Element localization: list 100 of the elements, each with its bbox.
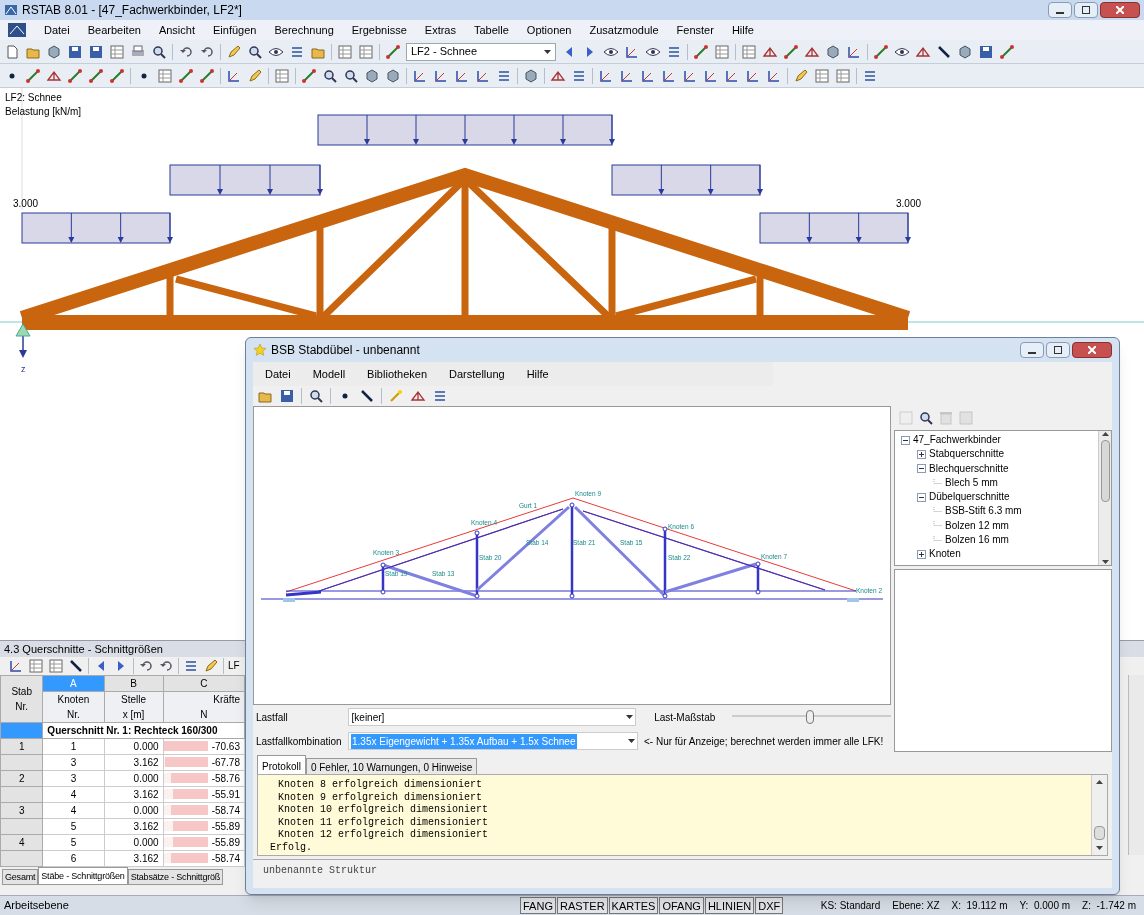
magnifier-icon[interactable] [247,43,263,60]
close-button[interactable] [1100,2,1140,18]
menu-item[interactable]: Extras [424,21,456,39]
cube-icon[interactable] [385,67,401,84]
member-icon[interactable] [783,43,799,60]
collapse-toggle-icon[interactable] [917,464,926,474]
close-icon[interactable] [1088,346,1096,354]
tree-item[interactable]: Blech 5 mm [945,475,998,491]
scroll-up-icon[interactable] [1101,431,1109,436]
member-icon[interactable] [67,67,83,84]
column-letter[interactable]: C [163,675,245,692]
tree-item[interactable]: Bolzen 16 mm [945,533,1009,548]
pencil-icon[interactable] [247,67,263,84]
cube-icon[interactable] [957,43,973,60]
table-icon[interactable] [337,43,353,60]
table-icon[interactable] [741,43,757,60]
line-icon[interactable] [359,388,375,404]
status-toggle[interactable]: FANG [520,897,556,914]
menu-item[interactable]: Fenster [676,21,714,39]
maximize-icon[interactable] [1082,6,1090,14]
pencil-icon[interactable] [226,43,242,60]
member-icon[interactable] [693,43,709,60]
scrollbar[interactable] [1128,674,1144,855]
close-icon[interactable] [1116,6,1124,14]
slider-thumb[interactable] [805,710,814,724]
load-case-dropdown[interactable]: LF2 - Schnee [406,42,556,61]
menu-item[interactable]: Berechnung [274,21,334,39]
tree-item[interactable]: Stabquerschnitte [929,447,1005,462]
status-toggle[interactable]: RASTER [556,897,608,914]
tree-item[interactable]: Blechquerschnitte [929,461,1009,476]
table-icon[interactable] [109,43,125,60]
status-toggle[interactable]: HLINIEN [704,897,755,914]
column-letter[interactable]: B [104,675,164,692]
menu-item[interactable]: Ergebnisse [351,21,407,39]
minimize-button[interactable] [1048,2,1072,18]
table-icon[interactable] [714,43,730,60]
tree-item[interactable]: Dübelquerschnitte [929,490,1010,505]
menu-item[interactable]: Zusatzmodule [589,21,659,39]
close-button[interactable] [1072,342,1112,358]
tab[interactable]: 0 Fehler, 10 Warnungen, 0 Hinweise [305,758,478,774]
sheet-tab[interactable]: Stabsätze - Schnittgröß [127,868,224,885]
magnifier-icon[interactable] [343,67,359,84]
column-header[interactable]: Stab Nr. [0,675,43,723]
table-icon[interactable] [28,657,44,674]
status-toggle[interactable]: OFANG [659,897,704,914]
table-icon[interactable] [274,67,290,84]
magnifier-icon[interactable] [918,410,934,426]
menu-item[interactable]: Ansicht [158,21,195,39]
member-icon[interactable] [873,43,889,60]
member-icon[interactable] [178,67,194,84]
maximize-button[interactable] [1074,2,1098,18]
member-icon[interactable] [109,67,125,84]
member-icon[interactable] [88,67,104,84]
tree-item[interactable]: Bolzen 12 mm [945,518,1009,534]
tab[interactable]: Protokoll [257,755,306,774]
tree-item[interactable]: 47_Fachwerkbinder [913,433,1001,448]
table-icon[interactable] [814,67,830,84]
menu-item[interactable]: Modell [312,365,346,383]
cube-icon[interactable] [523,67,539,84]
cube-icon[interactable] [46,43,62,60]
dropdown-caret-icon[interactable] [626,715,634,719]
list-icon[interactable] [432,388,448,404]
maximize-icon[interactable] [1054,346,1062,354]
line-icon[interactable] [68,657,84,674]
member-icon[interactable] [301,67,317,84]
slider-track[interactable] [731,710,891,724]
dropdown-field[interactable]: [keiner] [347,708,637,726]
minimize-button[interactable] [1020,342,1044,358]
save-icon[interactable] [978,43,994,60]
expand-toggle-icon[interactable] [917,449,926,459]
magnifier-icon[interactable] [151,43,167,60]
scroll-thumb[interactable] [1094,826,1105,840]
scroll-down-icon[interactable] [1101,560,1109,565]
menu-item[interactable]: Bearbeiten [87,21,141,39]
member-icon[interactable] [385,43,401,60]
cube-icon[interactable] [364,67,380,84]
menu-item[interactable]: Optionen [526,21,572,39]
save-icon[interactable] [279,388,295,404]
document-icon[interactable] [4,43,20,60]
status-toggle[interactable]: KARTES [608,897,659,914]
member-icon[interactable] [25,67,41,84]
menu-item[interactable]: Datei [44,21,70,39]
dropdown-caret-icon[interactable] [544,49,551,54]
menu-item[interactable]: Tabelle [474,21,509,39]
magnifier-icon[interactable] [322,67,338,84]
table-icon[interactable] [835,67,851,84]
scroll-up-icon[interactable] [1096,779,1103,784]
table-icon[interactable] [358,43,374,60]
status-toggle[interactable]: DXF [755,897,784,914]
sheet-tab[interactable]: Gesamt [2,868,39,885]
save-icon[interactable] [67,43,83,60]
expand-toggle-icon[interactable] [917,550,926,559]
line-icon[interactable] [936,43,952,60]
menu-item[interactable]: Bibliotheken [367,365,428,383]
magnifier-icon[interactable] [308,388,324,404]
member-icon[interactable] [999,43,1015,60]
app-logo-icon[interactable] [8,23,26,37]
pencil-icon[interactable] [793,67,809,84]
menu-item[interactable]: Darstellung [449,365,505,383]
member-icon[interactable] [199,67,215,84]
